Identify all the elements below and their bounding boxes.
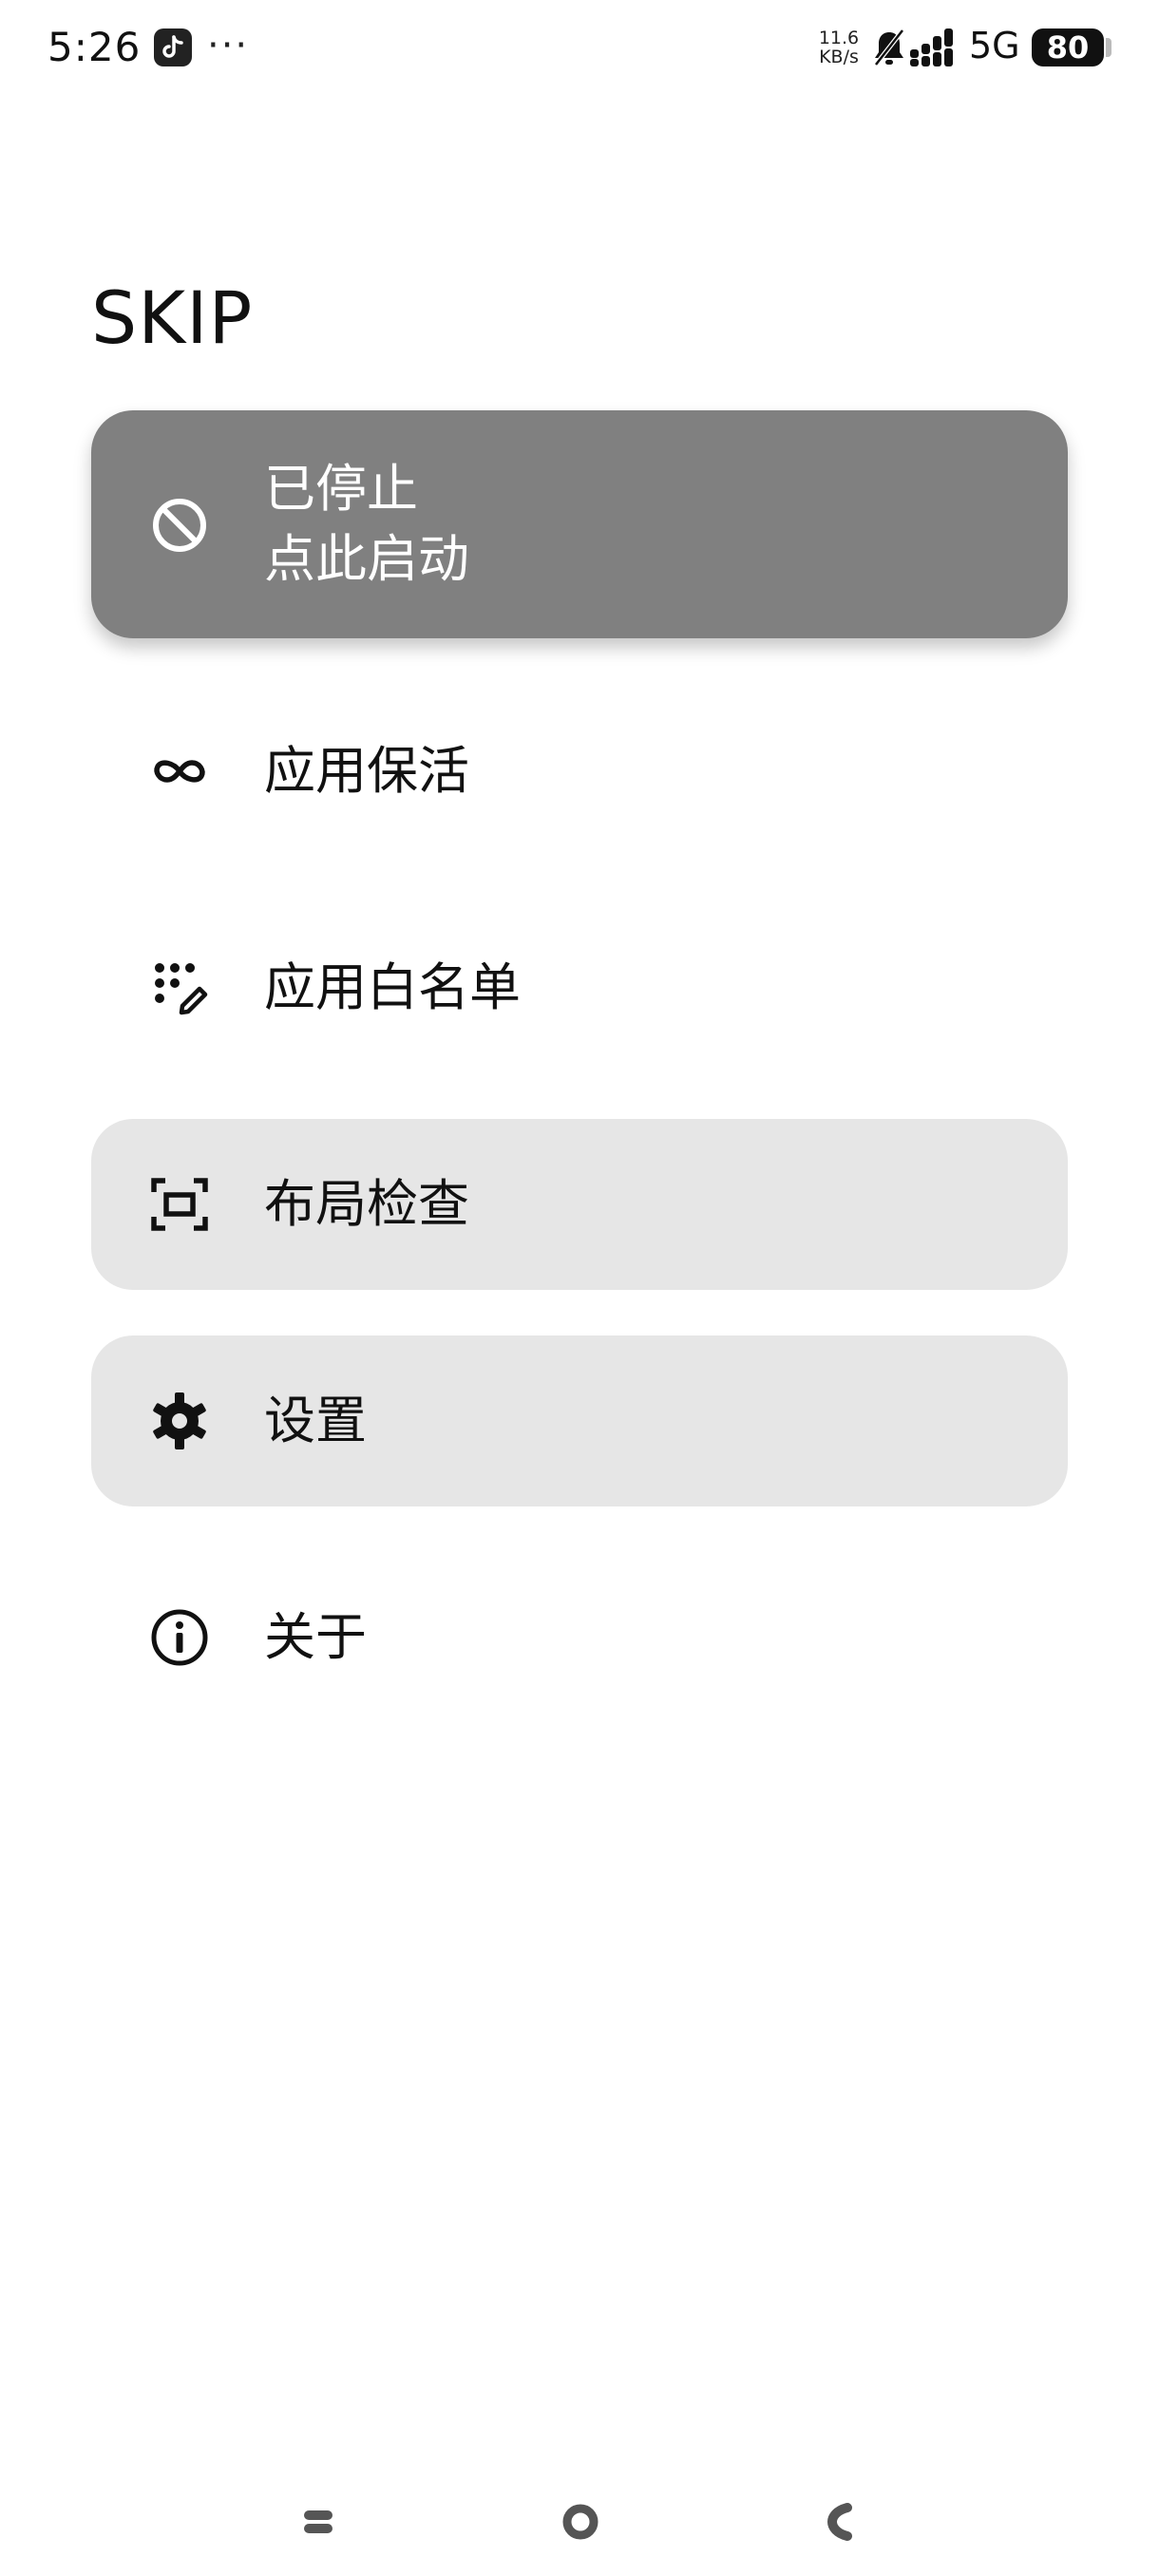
battery-level: 80 [1046,29,1090,66]
service-toggle-card[interactable]: 已停止 点此启动 [91,410,1068,638]
status-bar: 5:26 ··· 11.6 KB/s 5G 80 [0,0,1159,95]
screen: 5:26 ··· 11.6 KB/s 5G 80 SKIP 已停止 点此启动 应… [0,0,1159,2576]
network-speed-unit: KB/s [819,47,859,67]
menu-item-whitelist[interactable]: 应用白名单 [91,902,1068,1073]
menu-item-layout-inspect[interactable]: 布局检查 [91,1119,1068,1290]
infinity-icon [154,760,205,783]
bell-muted-icon [874,28,904,66]
dots-edit-icon [155,963,208,1015]
more-notifications-icon: ··· [207,24,250,67]
service-status-text: 已停止 [264,459,418,519]
signal-icon [910,28,953,66]
menu-nav-icon[interactable] [285,2489,352,2555]
menu-item-label: 布局检查 [264,1174,469,1234]
menu-item-settings[interactable]: 设置 [91,1335,1068,1506]
screen-frame-icon [151,1178,208,1231]
tiktok-icon [154,28,192,66]
battery-cap [1106,38,1112,57]
menu-item-about[interactable]: 关于 [91,1552,1068,1723]
block-icon [153,499,206,552]
page-title: SKIP [91,275,254,360]
info-icon [151,1609,208,1666]
navigation-bar [0,2470,1159,2576]
home-nav-icon[interactable] [547,2489,614,2555]
menu-item-label: 关于 [264,1607,367,1667]
menu-item-label: 设置 [264,1391,367,1450]
gear-icon [153,1392,206,1449]
menu-item-label: 应用保活 [264,741,469,801]
menu-item-label: 应用白名单 [264,957,521,1017]
menu-item-keepalive[interactable]: 应用保活 [91,686,1068,857]
battery-icon: 80 [1032,28,1104,66]
network-speed-value: 11.6 [818,28,860,48]
service-start-hint: 点此启动 [264,529,469,589]
network-type: 5G [969,25,1020,66]
network-speed: 11.6 KB/s [815,28,863,66]
status-time: 5:26 [48,24,142,70]
back-nav-icon[interactable] [808,2489,874,2555]
